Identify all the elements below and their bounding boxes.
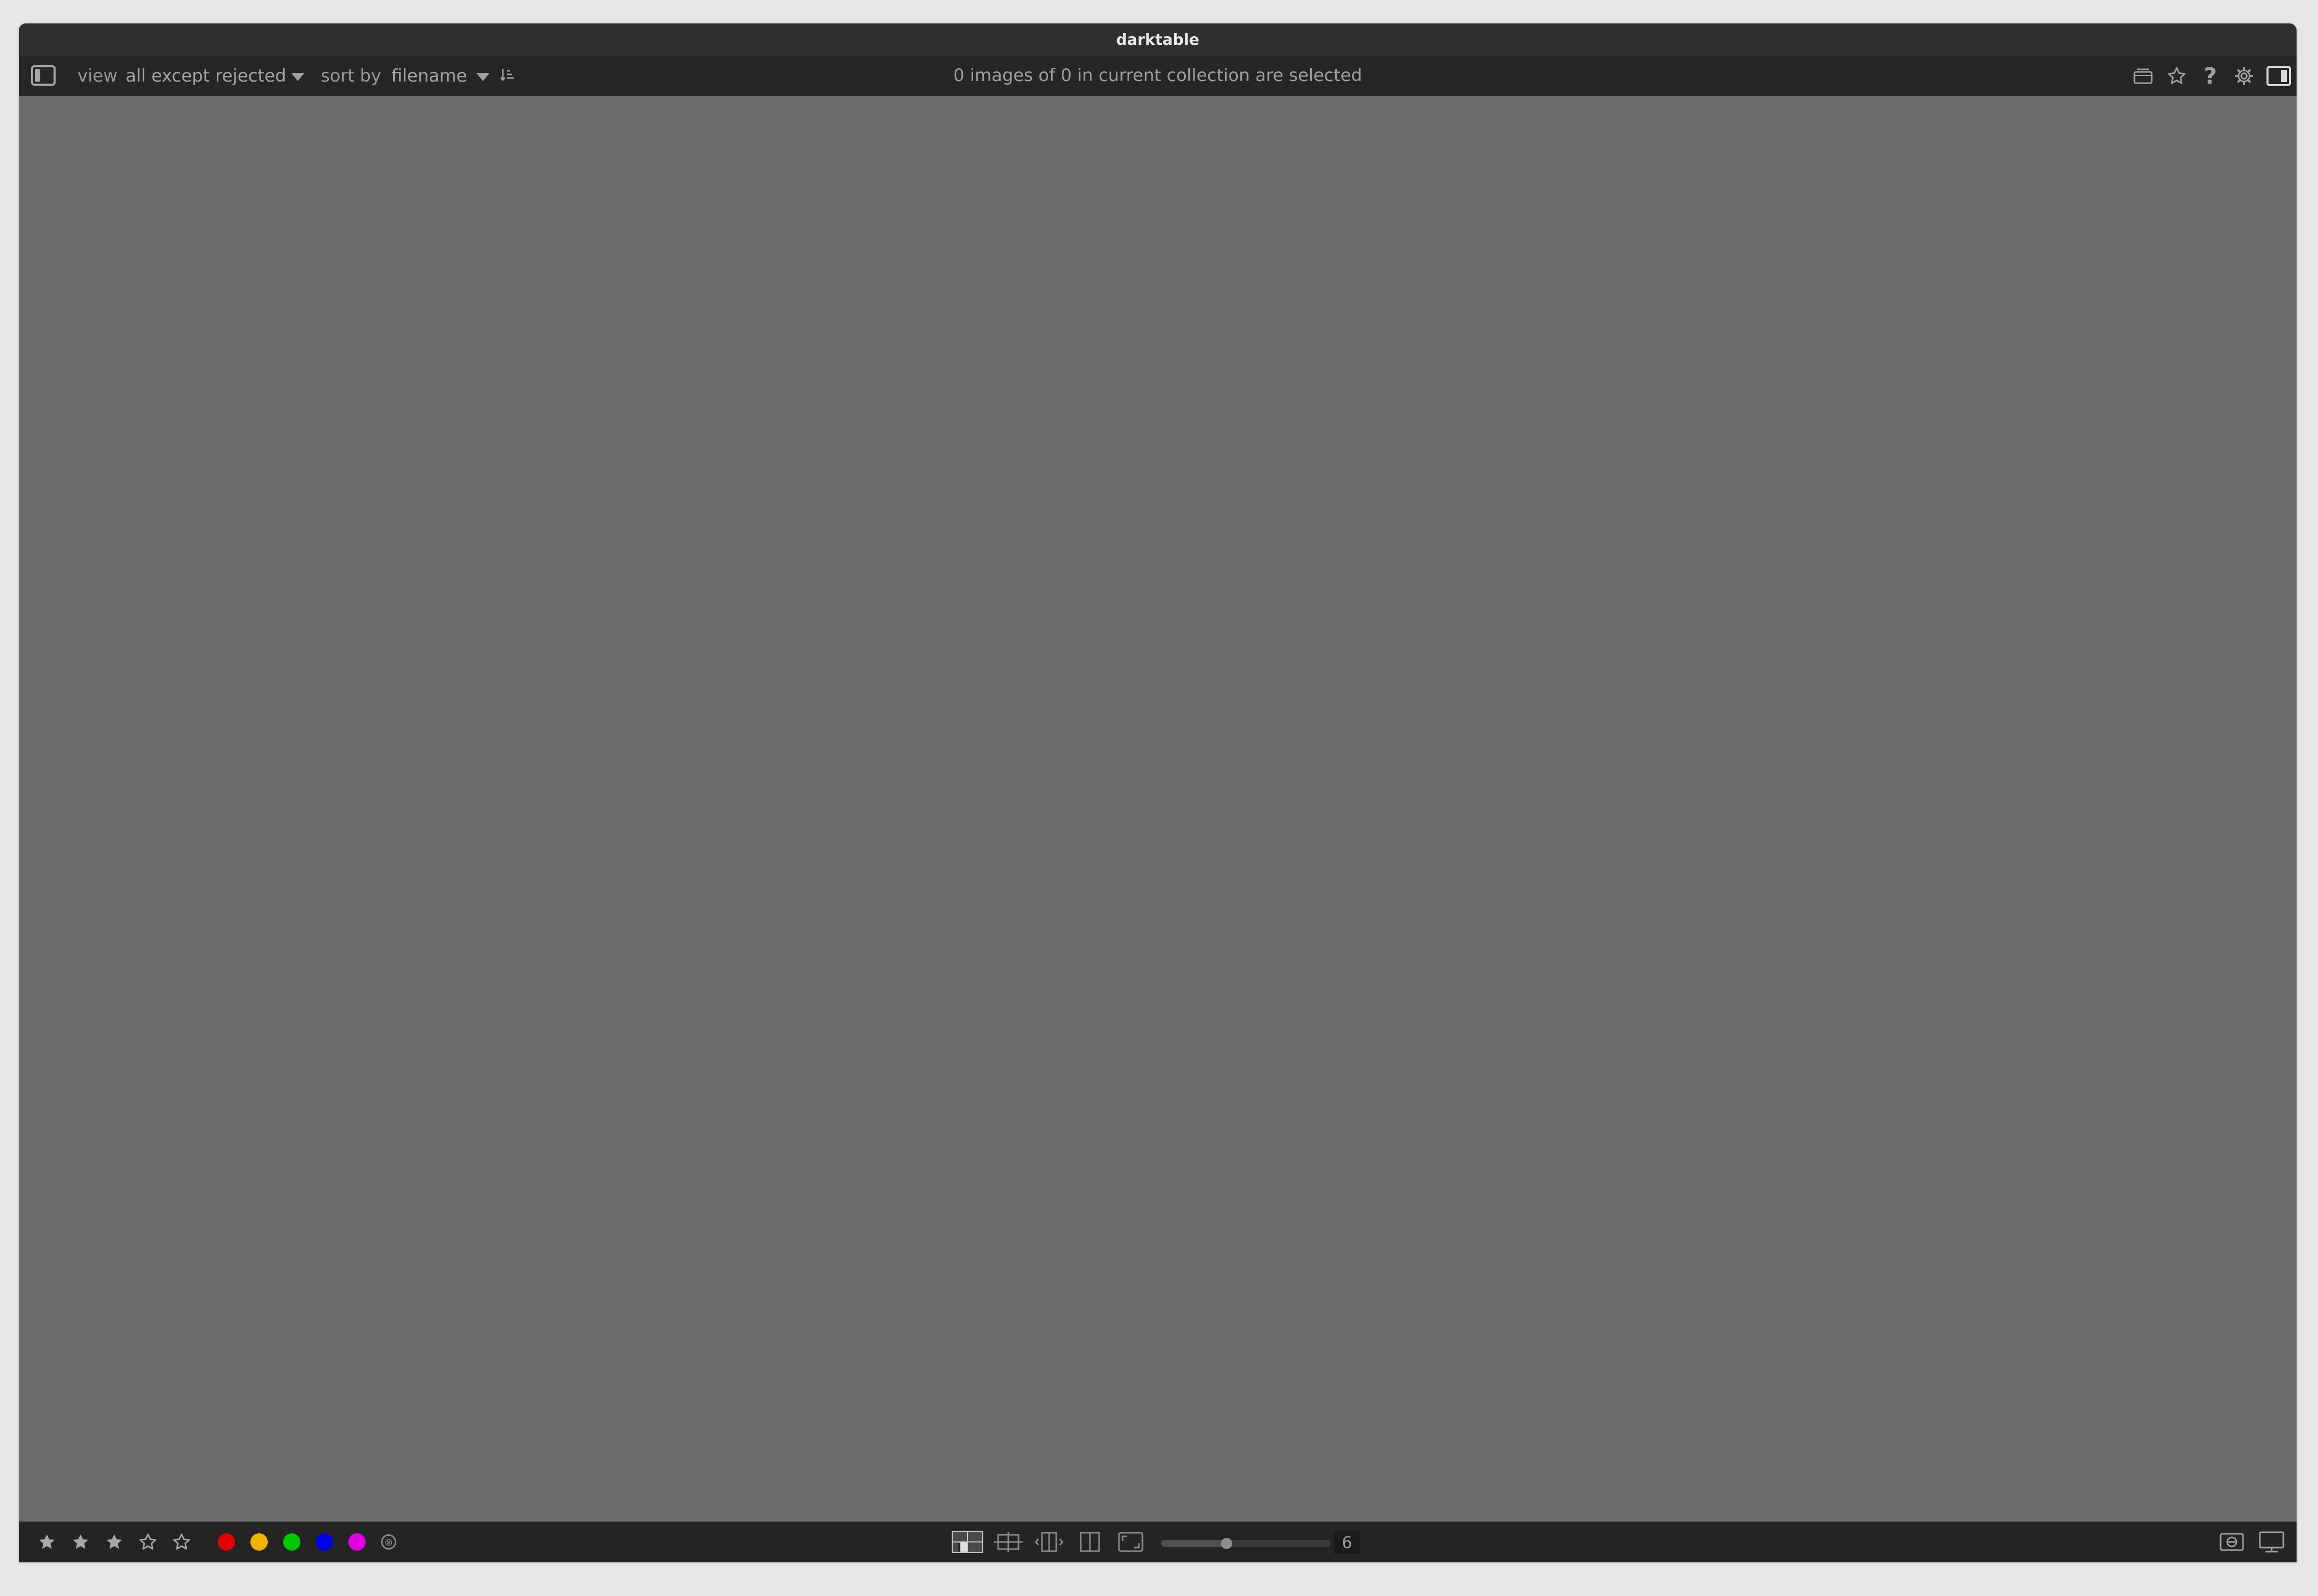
star-filled-icon[interactable] xyxy=(64,1522,97,1562)
preferences-gear-icon[interactable] xyxy=(2227,56,2261,96)
culling-dynamic-icon[interactable] xyxy=(1069,1522,1110,1562)
chevron-down-icon xyxy=(291,72,305,81)
grouping-icon[interactable] xyxy=(2126,56,2160,96)
color-label-red[interactable] xyxy=(218,1533,235,1551)
right-panel-toggle-icon[interactable] xyxy=(2261,56,2297,96)
zoom-slider-handle[interactable] xyxy=(1221,1538,1232,1549)
view-filter-dropdown[interactable]: all except rejected xyxy=(125,66,305,86)
star-rating-group xyxy=(30,1522,198,1562)
lighttable-center-area[interactable] xyxy=(19,96,2297,1522)
display-profile-icon[interactable] xyxy=(2252,1522,2291,1562)
star-overlay-icon[interactable] xyxy=(2160,56,2194,96)
thumbnail-zoom-slider[interactable] xyxy=(1161,1538,1331,1549)
zoomable-lighttable-icon[interactable] xyxy=(988,1522,1029,1562)
color-label-purple[interactable] xyxy=(348,1533,366,1551)
view-filter-value: all except rejected xyxy=(125,66,287,86)
bottom-toolbar: ⊗ 6 xyxy=(19,1522,2297,1562)
full-preview-icon[interactable] xyxy=(1110,1522,1151,1562)
star-outline-icon[interactable] xyxy=(131,1522,165,1562)
top-right-icons: ? xyxy=(2126,56,2297,96)
view-filter-label: view xyxy=(78,66,118,86)
help-icon[interactable]: ? xyxy=(2194,56,2227,96)
star-outline-icon[interactable] xyxy=(165,1522,198,1562)
left-panel-toggle-icon[interactable] xyxy=(31,65,56,86)
color-label-green[interactable] xyxy=(283,1533,300,1551)
star-filled-icon[interactable] xyxy=(97,1522,131,1562)
darktable-window: darktable view all except rejected sort … xyxy=(19,23,2297,1562)
sort-value: filename xyxy=(391,66,467,86)
chevron-down-icon xyxy=(476,72,490,81)
thumbs-per-row-entry[interactable]: 6 xyxy=(1334,1531,1360,1554)
focus-peaking-icon[interactable] xyxy=(2212,1522,2252,1562)
window-titlebar: darktable xyxy=(19,23,2297,56)
bottom-right-icons xyxy=(2212,1522,2291,1562)
sort-ascending-icon[interactable] xyxy=(500,67,515,86)
filemanager-layout-icon[interactable] xyxy=(947,1522,988,1562)
sort-label: sort by xyxy=(321,66,381,86)
color-label-group: ⊗ xyxy=(218,1522,396,1562)
top-toolbar: view all except rejected sort by filenam… xyxy=(19,56,2297,96)
color-label-yellow[interactable] xyxy=(250,1533,268,1551)
culling-fixed-icon[interactable] xyxy=(1029,1522,1069,1562)
star-filled-icon[interactable] xyxy=(30,1522,64,1562)
layout-switcher-group xyxy=(947,1522,1151,1562)
collection-filter-group: view all except rejected sort by filenam… xyxy=(78,56,515,96)
color-label-blue[interactable] xyxy=(316,1533,333,1551)
window-title: darktable xyxy=(1116,31,1200,49)
sort-dropdown[interactable]: filename xyxy=(391,66,490,86)
clear-color-labels-icon[interactable]: ⊗ xyxy=(381,1534,396,1550)
